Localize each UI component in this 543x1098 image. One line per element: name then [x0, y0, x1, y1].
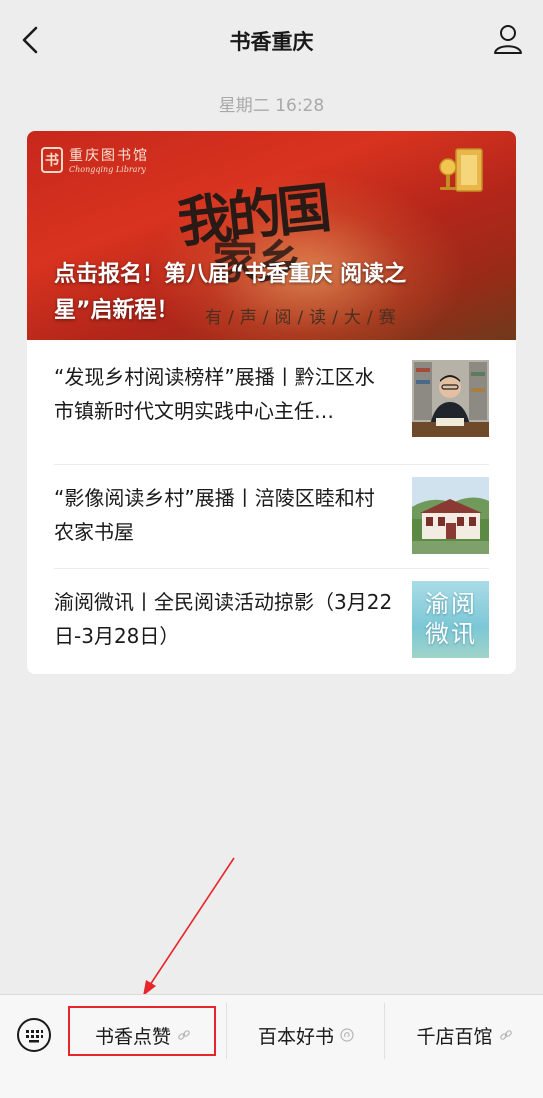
article-item[interactable]: “发现乡村阅读榜样”展播丨黔江区水市镇新时代文明实践中心主任…	[54, 360, 489, 464]
cover-article[interactable]: 书 重庆图书馆 Chongqing Library 我的国 家乡 有/声/阅/读…	[27, 131, 516, 340]
microphone-book-icon	[439, 148, 483, 192]
article-title: “发现乡村阅读榜样”展播丨黔江区水市镇新时代文明实践中心主任…	[54, 365, 375, 423]
page-title: 书香重庆	[229, 30, 314, 54]
profile-icon[interactable]	[491, 22, 525, 56]
library-logo-icon: 书	[41, 146, 63, 173]
nav-bar: 书香重庆	[0, 0, 543, 84]
article-thumbnail: 渝阅微讯	[412, 581, 489, 658]
keyboard-icon[interactable]	[16, 1017, 52, 1053]
menu-divider	[384, 1003, 385, 1059]
link-icon	[178, 1030, 190, 1040]
article-thumbnail	[412, 360, 489, 437]
article-item[interactable]: “影像阅读乡村”展播丨涪陵区睦和村农家书屋	[54, 464, 489, 568]
message-timestamp: 星期二 16:28	[218, 96, 325, 116]
menu-item-label: 书香点赞	[94, 1025, 171, 1048]
menu-item-label: 千店百馆	[416, 1025, 493, 1048]
article-title: “影像阅读乡村”展播丨涪陵区睦和村农家书屋	[54, 486, 375, 544]
menu-item-label: 百本好书	[257, 1025, 334, 1048]
article-thumbnail	[412, 477, 489, 554]
menu-item-shuxiang-dianzan[interactable]: 书香点赞	[68, 1005, 218, 1065]
menu-item-qiandian-baiguan[interactable]: 千店百馆	[386, 1005, 543, 1065]
link-icon	[499, 1030, 512, 1040]
thumbnail-text: 渝阅微讯	[425, 590, 477, 648]
mini-program-icon	[340, 1028, 354, 1042]
menu-item-baiben-haoshu[interactable]: 百本好书	[228, 1005, 384, 1065]
article-card: 书 重庆图书馆 Chongqing Library 我的国 家乡 有/声/阅/读…	[27, 131, 516, 674]
library-logo: 书 重庆图书馆 Chongqing Library	[41, 145, 149, 174]
logo-name: 重庆图书馆	[69, 148, 149, 164]
article-title: 渝阅微讯丨全民阅读活动掠影（3月22日-3月28日）	[54, 590, 393, 648]
menu-divider	[226, 1003, 227, 1059]
article-item[interactable]: 渝阅微讯丨全民阅读活动掠影（3月22日-3月28日） 渝阅微讯	[54, 568, 489, 672]
cover-title: 点击报名！第八届“书香重庆 阅读之星”启新程！	[54, 262, 407, 323]
bottom-menu-bar: 书香点赞 百本好书 千店百馆	[0, 994, 543, 1098]
logo-english-name: Chongqing Library	[69, 165, 146, 174]
